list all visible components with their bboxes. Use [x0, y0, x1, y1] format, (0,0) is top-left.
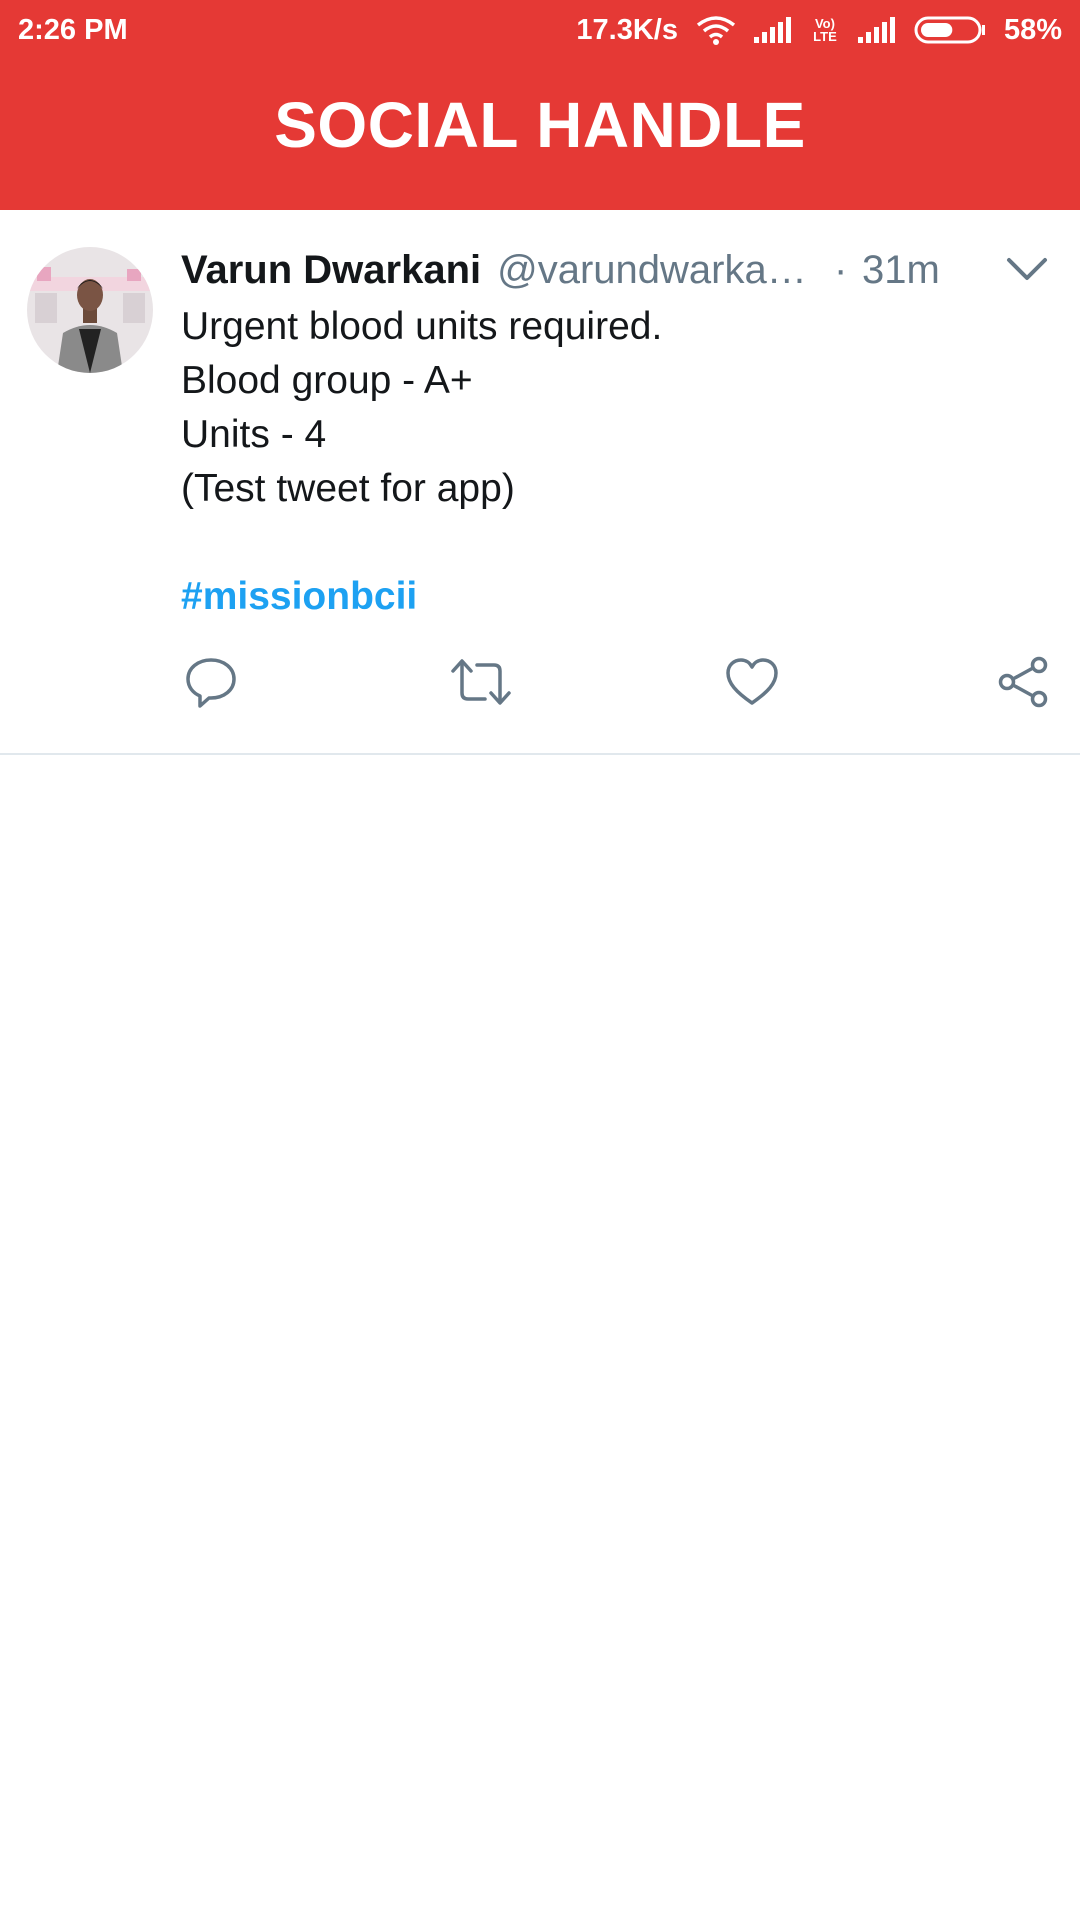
tweet-text: Urgent blood units required. Blood group…: [181, 300, 1021, 624]
reply-icon: [186, 658, 236, 708]
tweet-line: Units - 4: [181, 413, 327, 456]
tweet-line: Urgent blood units required.: [181, 305, 663, 348]
retweet-button[interactable]: [449, 650, 513, 714]
tweet-actions: [0, 650, 1080, 730]
retweet-icon: [451, 659, 511, 705]
avatar[interactable]: [27, 247, 153, 373]
status-indicators: 17.3K/s Vo) LTE 58%: [576, 14, 1062, 47]
signal-icon: [753, 17, 791, 43]
tweet-line: Blood group - A+: [181, 359, 473, 402]
tweet-line: (Test tweet for app): [181, 467, 515, 510]
share-icon: [998, 656, 1048, 708]
volte-icon: Vo) LTE: [813, 16, 837, 44]
status-bar: 2:26 PM 17.3K/s Vo) LTE 58%: [0, 0, 1080, 60]
tweet-header: Varun Dwarkani @varundwarka…: [181, 240, 807, 300]
author-name[interactable]: Varun Dwarkani: [181, 248, 481, 293]
share-button[interactable]: [992, 650, 1056, 714]
signal-icon-2: [857, 17, 895, 43]
app-title: SOCIAL HANDLE: [274, 89, 806, 161]
time-separator: ·: [834, 248, 848, 292]
status-time: 2:26 PM: [18, 13, 128, 46]
battery-icon: [914, 16, 985, 44]
tweet-card[interactable]: Varun Dwarkani @varundwarka… · 31m Urgen…: [0, 210, 1080, 755]
app-bar: SOCIAL HANDLE: [0, 60, 1080, 210]
reply-button[interactable]: [179, 650, 243, 714]
tweet-time: 31m: [862, 248, 940, 292]
heart-icon: [726, 658, 778, 705]
wifi-icon: [696, 16, 736, 45]
network-speed: 17.3K/s: [576, 13, 678, 46]
like-button[interactable]: [720, 650, 784, 714]
battery-percent: 58%: [1003, 13, 1062, 46]
chevron-down-icon[interactable]: [1005, 250, 1049, 290]
author-handle[interactable]: @varundwarka…: [497, 248, 807, 293]
hashtag-link[interactable]: #missionbcii: [181, 570, 1021, 624]
